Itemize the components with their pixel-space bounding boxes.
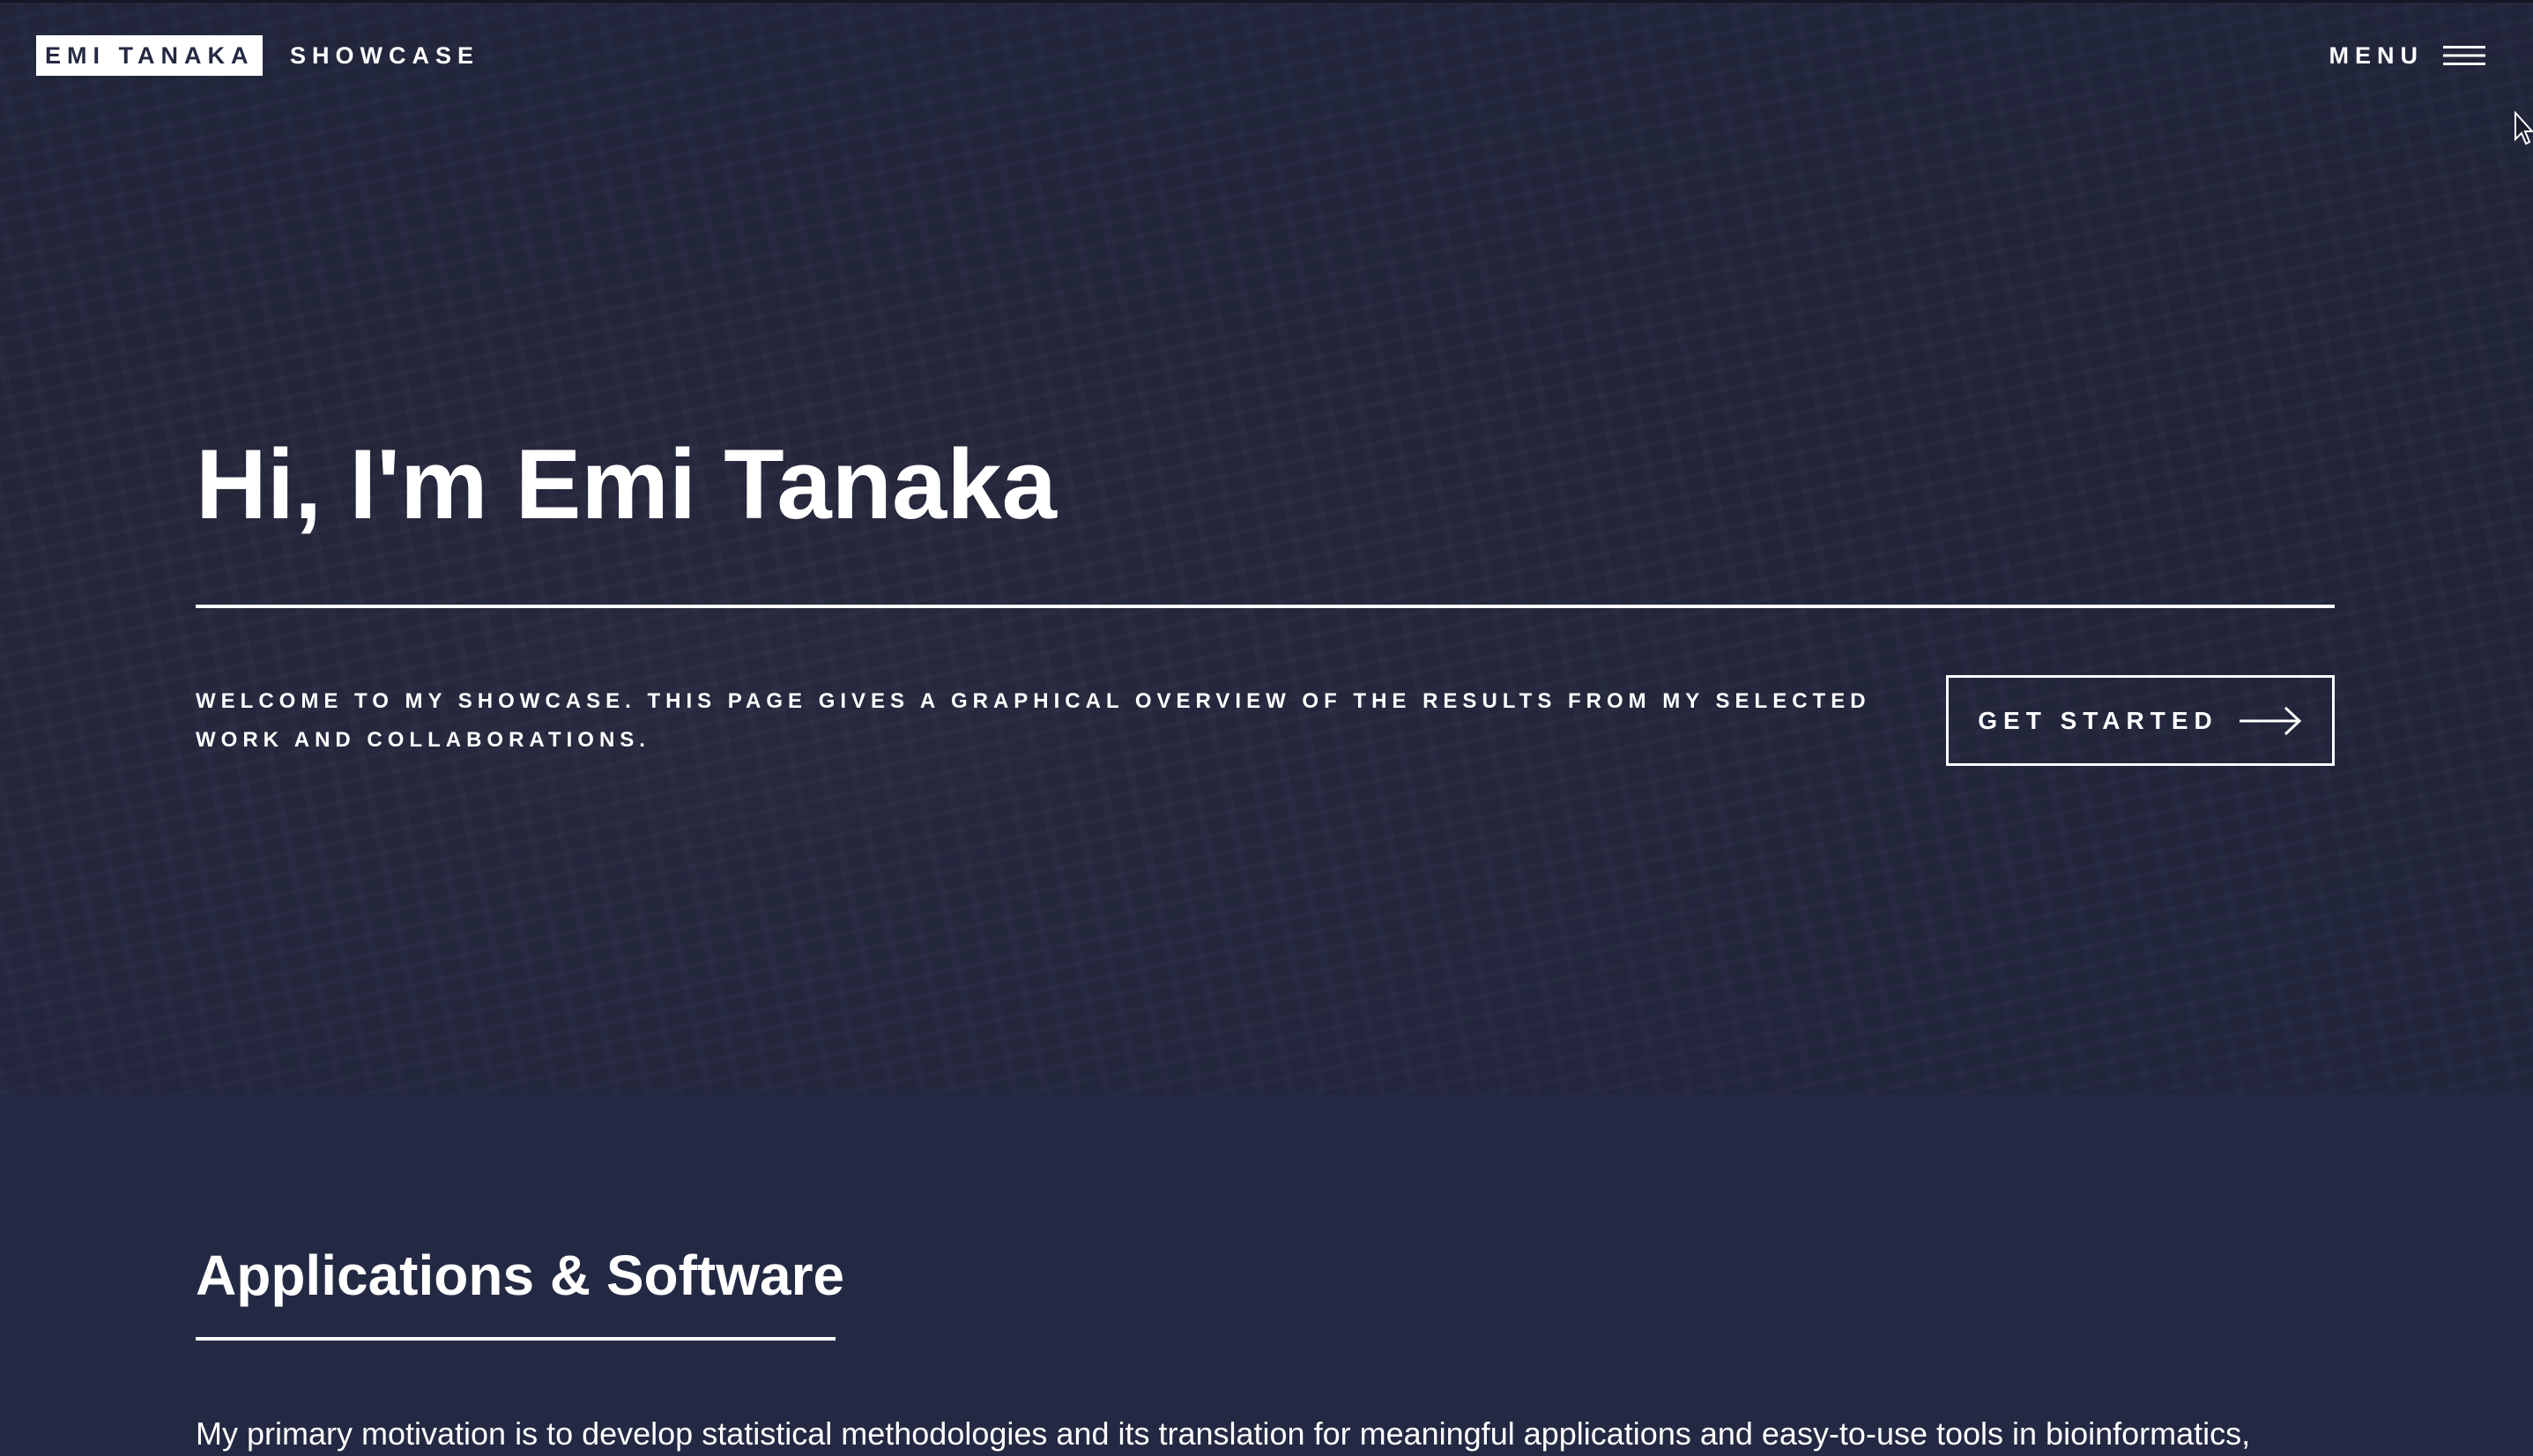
get-started-button[interactable]: GET STARTED [1946, 675, 2335, 766]
logo-name[interactable]: EMI TANAKA [36, 35, 264, 76]
hero-divider [196, 605, 2335, 608]
section-title: Applications & Software [196, 1244, 845, 1307]
logo-subtitle[interactable]: SHOWCASE [290, 35, 479, 76]
applications-section: Applications & Software My primary motiv… [0, 1095, 2533, 1456]
section-body: My primary motivation is to develop stat… [196, 1415, 2251, 1452]
hamburger-icon [2443, 46, 2485, 65]
menu-button[interactable]: MENU [2329, 35, 2485, 76]
hero-title: Hi, I'm Emi Tanaka [196, 429, 1057, 539]
section-divider [196, 1337, 836, 1341]
hero-banner: EMI TANAKA SHOWCASE MENU Hi, I'm Emi Tan… [0, 0, 2533, 1095]
page: EMI TANAKA SHOWCASE MENU Hi, I'm Emi Tan… [0, 0, 2533, 1456]
arrow-right-icon [2239, 706, 2301, 735]
get-started-label: GET STARTED [1978, 706, 2218, 734]
top-strip [0, 0, 2533, 3]
mouse-cursor-icon [2514, 111, 2533, 145]
menu-label: MENU [2329, 41, 2424, 69]
hero-description: Welcome to my showcase. This page gives … [196, 689, 1871, 752]
